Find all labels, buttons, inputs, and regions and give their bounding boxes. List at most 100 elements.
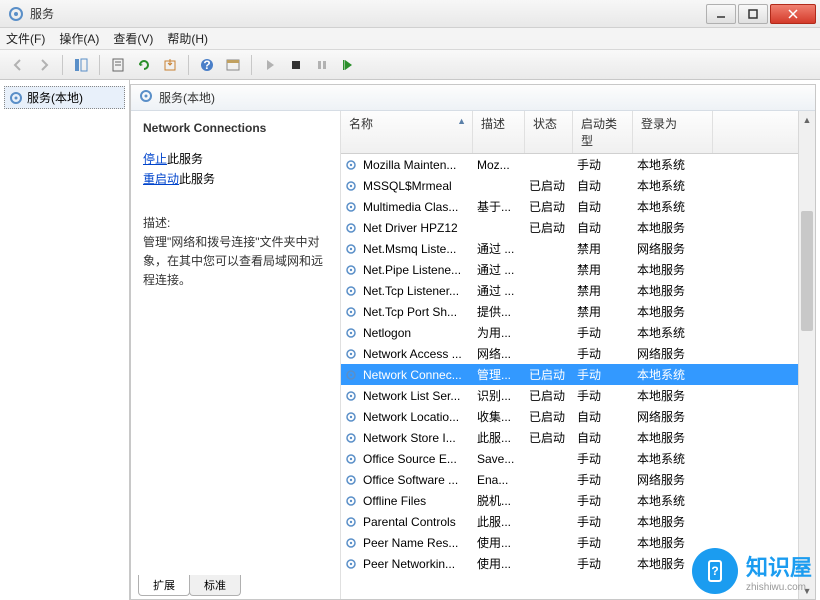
cell-description: 此服... [473, 429, 525, 446]
menu-file[interactable]: 文件(F) [6, 30, 45, 47]
stop-service-link[interactable]: 停止 [143, 152, 167, 166]
cell-name: Net Driver HPZ12 [359, 221, 473, 235]
toolbar-separator [251, 55, 252, 75]
cell-name: Multimedia Clas... [359, 200, 473, 214]
forward-button[interactable] [32, 53, 56, 77]
watermark-url: zhishiwu.com [746, 582, 812, 593]
cell-logon: 本地服务 [633, 513, 713, 530]
content-header: 服务(本地) [131, 85, 815, 111]
service-row[interactable]: Parental Controls此服...手动本地服务 [341, 511, 815, 532]
cell-name: Offline Files [359, 494, 473, 508]
column-name[interactable]: 名称▲ [341, 111, 473, 153]
column-startup-type[interactable]: 启动类型 [573, 111, 633, 153]
restart-service-button[interactable] [336, 53, 360, 77]
service-row[interactable]: Net.Pipe Listene...通过 ...禁用本地服务 [341, 259, 815, 280]
vertical-scrollbar[interactable]: ▲ ▼ [798, 111, 815, 599]
cell-status: 已启动 [525, 177, 573, 194]
cell-name: Network List Ser... [359, 389, 473, 403]
service-row[interactable]: Network Access ...网络...手动网络服务 [341, 343, 815, 364]
cell-startup: 手动 [573, 345, 633, 362]
service-icon [345, 264, 359, 276]
column-description[interactable]: 描述 [473, 111, 525, 153]
export-button[interactable] [158, 53, 182, 77]
cell-description: 此服... [473, 513, 525, 530]
scroll-up-icon[interactable]: ▲ [799, 111, 815, 128]
back-button[interactable] [6, 53, 30, 77]
menu-help[interactable]: 帮助(H) [167, 30, 208, 47]
service-row[interactable]: Net Driver HPZ12已启动自动本地服务 [341, 217, 815, 238]
scroll-thumb[interactable] [801, 211, 813, 331]
cell-startup: 禁用 [573, 240, 633, 257]
service-row[interactable]: Mozilla Mainten...Moz...手动本地系统 [341, 154, 815, 175]
service-row[interactable]: Multimedia Clas...基于...已启动自动本地系统 [341, 196, 815, 217]
cell-logon: 本地系统 [633, 156, 713, 173]
service-row[interactable]: Offline Files脱机...手动本地系统 [341, 490, 815, 511]
cell-description: Ena... [473, 473, 525, 487]
column-logon-as[interactable]: 登录为 [633, 111, 713, 153]
cell-description: 使用... [473, 555, 525, 572]
help-button[interactable]: ? [195, 53, 219, 77]
properties-button[interactable] [106, 53, 130, 77]
minimize-button[interactable] [706, 4, 736, 24]
service-list: 名称▲ 描述 状态 启动类型 登录为 Mozilla Mainten...Moz… [341, 111, 815, 599]
cell-startup: 手动 [573, 324, 633, 341]
cell-startup: 手动 [573, 492, 633, 509]
cell-description: 收集... [473, 408, 525, 425]
cell-startup: 禁用 [573, 303, 633, 320]
service-row[interactable]: Net.Msmq Liste...通过 ...禁用网络服务 [341, 238, 815, 259]
cell-startup: 自动 [573, 177, 633, 194]
cell-description: 网络... [473, 345, 525, 362]
menu-bar: 文件(F) 操作(A) 查看(V) 帮助(H) [0, 28, 820, 50]
cell-name: Parental Controls [359, 515, 473, 529]
cell-startup: 自动 [573, 408, 633, 425]
content-pane: 服务(本地) Network Connections 停止此服务 重启动此服务 … [130, 84, 816, 600]
cell-description: 管理... [473, 366, 525, 383]
svg-text:?: ? [203, 58, 210, 72]
close-button[interactable] [770, 4, 816, 24]
cell-name: Net.Msmq Liste... [359, 242, 473, 256]
tree-root-services[interactable]: 服务(本地) [4, 86, 125, 109]
cell-logon: 本地服务 [633, 282, 713, 299]
service-row[interactable]: Network Store I...此服...已启动自动本地服务 [341, 427, 815, 448]
cell-name: Net.Pipe Listene... [359, 263, 473, 277]
detail-pane: Network Connections 停止此服务 重启动此服务 描述: 管理"… [131, 111, 341, 599]
cell-startup: 自动 [573, 198, 633, 215]
service-icon [345, 411, 359, 423]
service-row[interactable]: Network Connec...管理...已启动手动本地系统 [341, 364, 815, 385]
menu-action[interactable]: 操作(A) [59, 30, 99, 47]
pause-service-button[interactable] [310, 53, 334, 77]
service-row[interactable]: Network Locatio...收集...已启动自动网络服务 [341, 406, 815, 427]
cell-name: Mozilla Mainten... [359, 158, 473, 172]
service-icon [345, 558, 359, 570]
service-row[interactable]: Network List Ser...识别...已启动手动本地服务 [341, 385, 815, 406]
column-status[interactable]: 状态 [525, 111, 573, 153]
cell-name: Network Locatio... [359, 410, 473, 424]
restart-service-link[interactable]: 重启动 [143, 172, 179, 186]
cell-name: Net.Tcp Listener... [359, 284, 473, 298]
cell-logon: 本地服务 [633, 429, 713, 446]
start-service-button[interactable] [258, 53, 282, 77]
maximize-button[interactable] [738, 4, 768, 24]
service-row[interactable]: Office Source E...Save...手动本地系统 [341, 448, 815, 469]
service-row[interactable]: Net.Tcp Listener...通过 ...禁用本地服务 [341, 280, 815, 301]
svg-text:?: ? [711, 564, 718, 578]
action-pane-button[interactable] [221, 53, 245, 77]
service-row[interactable]: Net.Tcp Port Sh...提供...禁用本地服务 [341, 301, 815, 322]
tab-standard[interactable]: 标准 [189, 575, 241, 596]
show-hide-tree-button[interactable] [69, 53, 93, 77]
cell-startup: 手动 [573, 450, 633, 467]
service-icon [345, 348, 359, 360]
menu-view[interactable]: 查看(V) [113, 30, 153, 47]
tab-extended[interactable]: 扩展 [138, 575, 190, 596]
cell-startup: 手动 [573, 156, 633, 173]
toolbar-separator [62, 55, 63, 75]
refresh-button[interactable] [132, 53, 156, 77]
service-icon [345, 474, 359, 486]
window-title: 服务 [30, 5, 704, 22]
service-row[interactable]: MSSQL$Mrmeal已启动自动本地系统 [341, 175, 815, 196]
cell-description: 通过 ... [473, 261, 525, 278]
cell-name: Office Source E... [359, 452, 473, 466]
service-row[interactable]: Netlogon为用...手动本地系统 [341, 322, 815, 343]
service-row[interactable]: Office Software ...Ena...手动网络服务 [341, 469, 815, 490]
stop-service-button[interactable] [284, 53, 308, 77]
